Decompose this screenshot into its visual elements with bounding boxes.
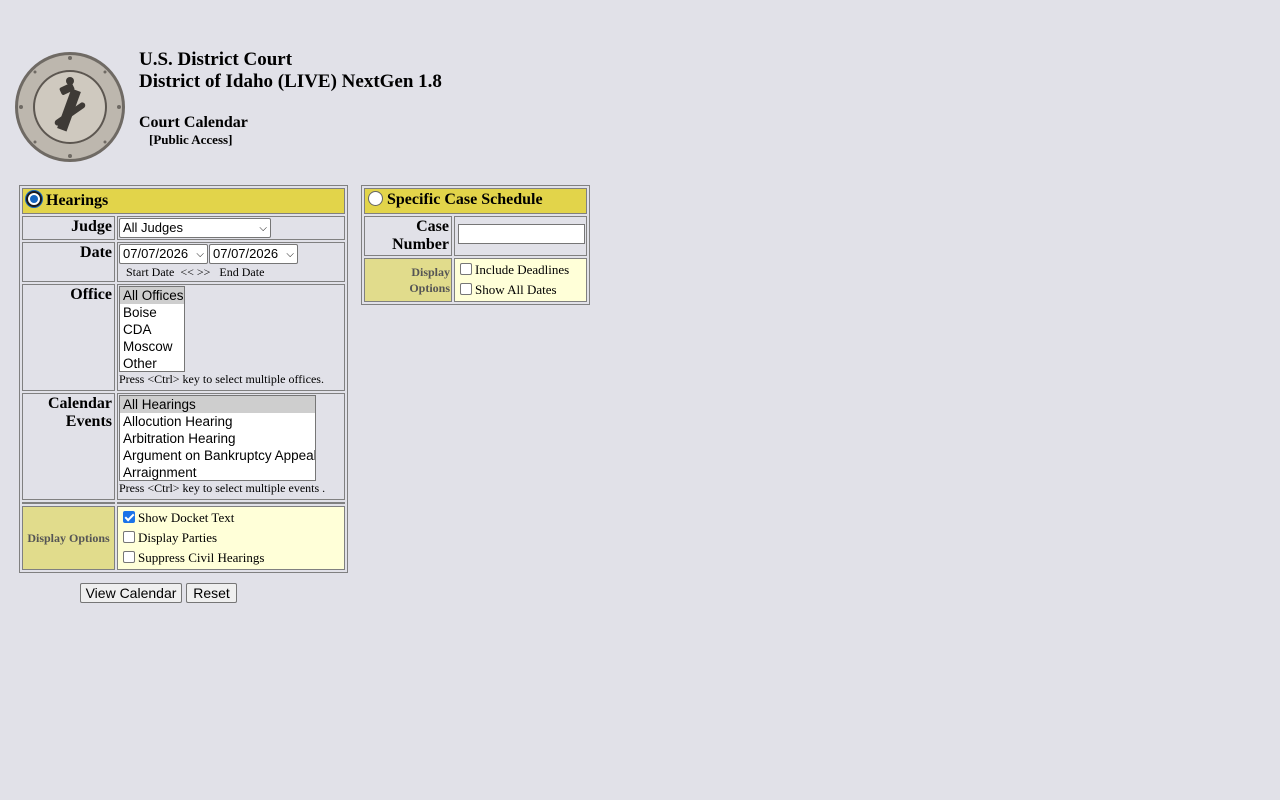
option-checkbox[interactable] bbox=[123, 511, 135, 523]
reset-button[interactable]: Reset bbox=[186, 583, 237, 603]
office-option[interactable]: Boise bbox=[120, 304, 184, 321]
option-row: Display Parties bbox=[119, 528, 343, 548]
hearings-header: Hearings bbox=[22, 188, 345, 214]
office-listbox[interactable]: All Offices Boise CDA Moscow Other bbox=[119, 286, 185, 372]
case-number-label: Case Number bbox=[364, 216, 452, 256]
option-checkbox[interactable] bbox=[123, 551, 135, 563]
office-hint: Press <Ctrl> key to select multiple offi… bbox=[119, 372, 324, 386]
display-options-label: Display Options bbox=[22, 506, 115, 570]
option-label: Include Deadlines bbox=[475, 262, 570, 277]
chevron-down-icon: ⌵ bbox=[196, 249, 204, 260]
case-schedule-form: Specific Case Schedule Case Number Displa… bbox=[361, 185, 590, 305]
court-seal-icon bbox=[15, 52, 125, 162]
judge-select[interactable]: All Judges ⌵ bbox=[119, 218, 271, 238]
calendar-events-label: Calendar Events bbox=[22, 393, 115, 500]
office-option[interactable]: CDA bbox=[120, 321, 184, 338]
view-calendar-button[interactable]: View Calendar bbox=[80, 583, 182, 603]
case-display-options-label: Display Options bbox=[364, 258, 452, 302]
start-date-label: Start Date bbox=[126, 265, 175, 279]
option-label: Display Parties bbox=[138, 530, 218, 545]
page-title: Court Calendar bbox=[139, 114, 248, 131]
case-schedule-title: Specific Case Schedule bbox=[387, 191, 543, 208]
option-row: Suppress Civil Hearings bbox=[119, 548, 343, 568]
option-label: Show All Dates bbox=[475, 282, 557, 297]
case-number-input[interactable] bbox=[458, 224, 585, 244]
event-option[interactable]: Arraignment bbox=[120, 464, 315, 480]
option-label: Suppress Civil Hearings bbox=[138, 550, 265, 565]
chevron-down-icon: ⌵ bbox=[259, 223, 267, 234]
event-option[interactable]: All Hearings bbox=[120, 396, 315, 413]
office-label: Office bbox=[22, 284, 115, 391]
office-option[interactable]: All Offices bbox=[120, 287, 184, 304]
event-option[interactable]: Allocution Hearing bbox=[120, 413, 315, 430]
display-options-group: Show Docket Text Display Parties Suppress … bbox=[117, 506, 345, 570]
office-option[interactable]: Other bbox=[120, 355, 184, 371]
court-name: U.S. District Court bbox=[139, 49, 293, 70]
end-date-select[interactable]: 07/07/2026 ⌵ bbox=[209, 244, 298, 264]
judge-label: Judge bbox=[22, 216, 115, 240]
next-date-link[interactable]: >> bbox=[197, 265, 211, 279]
option-checkbox[interactable] bbox=[460, 263, 472, 275]
hearings-form: Hearings Judge All Judges ⌵ Date 07/07/20… bbox=[19, 185, 348, 573]
option-row: Include Deadlines bbox=[456, 260, 585, 280]
option-label: Show Docket Text bbox=[138, 510, 235, 525]
events-listbox[interactable]: All Hearings Allocution Hearing Arbitratio… bbox=[119, 395, 316, 481]
option-checkbox[interactable] bbox=[123, 531, 135, 543]
date-label: Date bbox=[22, 242, 115, 282]
event-option[interactable]: Argument on Bankruptcy Appeal bbox=[120, 447, 315, 464]
option-row: Show Docket Text bbox=[119, 508, 343, 528]
events-hint: Press <Ctrl> key to select multiple even… bbox=[119, 481, 326, 495]
end-date-label: End Date bbox=[219, 265, 265, 279]
prev-date-link[interactable]: << bbox=[180, 265, 194, 279]
case-schedule-header: Specific Case Schedule bbox=[364, 188, 587, 214]
office-option[interactable]: Moscow bbox=[120, 338, 184, 355]
start-date-select[interactable]: 07/07/2026 ⌵ bbox=[119, 244, 208, 264]
case-schedule-radio[interactable] bbox=[368, 191, 383, 206]
hearings-title: Hearings bbox=[46, 192, 109, 209]
access-note: [Public Access] bbox=[149, 132, 233, 147]
option-row: Show All Dates bbox=[456, 280, 585, 300]
option-checkbox[interactable] bbox=[460, 283, 472, 295]
hearings-radio[interactable] bbox=[26, 191, 42, 207]
chevron-down-icon: ⌵ bbox=[286, 249, 294, 260]
district-name: District of Idaho (LIVE) NextGen 1.8 bbox=[139, 71, 442, 92]
event-option[interactable]: Arbitration Hearing bbox=[120, 430, 315, 447]
case-display-options-group: Include Deadlines Show All Dates bbox=[454, 258, 587, 302]
